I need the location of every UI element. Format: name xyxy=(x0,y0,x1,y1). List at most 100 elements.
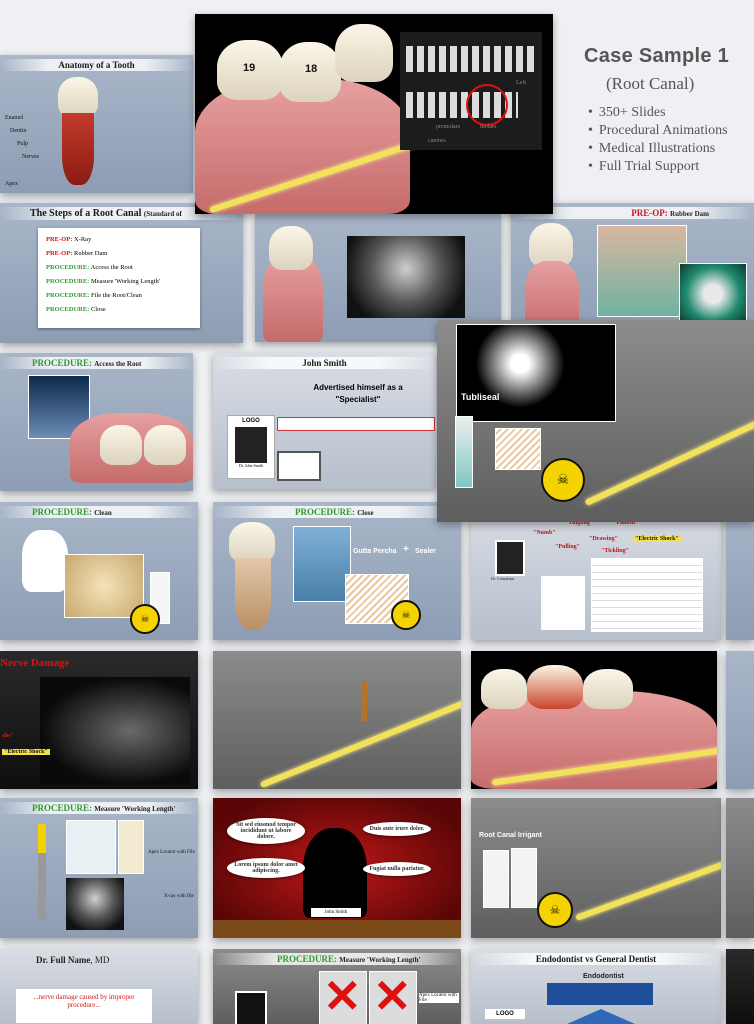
nerve-line xyxy=(584,420,754,506)
clamp-photo xyxy=(679,263,747,325)
step-item: PRE-OP: Rubber Dam xyxy=(46,250,108,257)
slide-tubliseal[interactable]: Tubliseal ☠ xyxy=(437,320,754,522)
tooth-number-19: 19 xyxy=(243,62,256,74)
x-mark-icon: ✕ xyxy=(373,970,412,1022)
feature-item: 350+ Slides xyxy=(588,104,728,122)
slide-edge-partial[interactable] xyxy=(726,798,754,938)
micro-image xyxy=(456,324,616,422)
avatar xyxy=(235,991,267,1024)
slide-john-smith[interactable]: John Smith Advertised himself as a "Spec… xyxy=(213,353,436,489)
slide-tooth-file[interactable] xyxy=(471,651,717,789)
word-electric-shock: "Electric Shock" xyxy=(633,536,681,542)
step-item: PROCEDURE: Close xyxy=(46,306,106,313)
slide-steps[interactable]: The Steps of a Root Canal (Standard of P… xyxy=(0,203,243,343)
steps-list: PRE-OP: X-Ray PRE-OP: Rubber Dam PROCEDU… xyxy=(38,228,200,328)
label-enamel: Enamel xyxy=(5,115,24,121)
nameplate: John Smith xyxy=(311,908,361,917)
slide-edge-partial[interactable] xyxy=(726,502,754,640)
slide-title: Anatomy of a Tooth xyxy=(0,59,193,71)
logo-text: LOGO xyxy=(242,418,260,424)
sealer-label: Sealer xyxy=(415,548,437,555)
chart-label-premolars: premolars xyxy=(436,124,460,130)
title-main: The Steps of a Root Canal xyxy=(30,208,142,219)
step-item: PRE-OP: X-Ray xyxy=(46,236,92,243)
silhouette xyxy=(303,828,367,918)
tooth-chart: Left molars premolars canines xyxy=(400,32,542,150)
word-electric-shock: "Electric Shock" xyxy=(2,749,50,755)
slide-measure-2[interactable]: PROCEDURE: Measure 'Working Length' ✕ ✕ … xyxy=(213,949,461,1024)
subtitle: Endodontist xyxy=(583,973,624,980)
slide-symptoms[interactable]: "Tingling" "Painful" "Numb" "Drawing" "E… xyxy=(471,502,721,640)
slide-title: PROCEDURE: Close xyxy=(213,506,461,518)
glove-illustration xyxy=(22,530,68,592)
ad-strip xyxy=(277,417,435,431)
x-mark-icon: ✕ xyxy=(323,970,362,1022)
slide-access[interactable]: PROCEDURE: Access the Root xyxy=(0,353,193,491)
plus-label: + xyxy=(403,544,409,555)
tooth-illustration xyxy=(269,226,313,270)
slide-measure[interactable]: PROCEDURE: Measure 'Working Length' Apex… xyxy=(0,798,198,938)
gutta-label: Gutta Percha xyxy=(353,548,397,555)
feature-item: Full Trial Support xyxy=(588,158,728,176)
photo-caption: Dr. John Smith xyxy=(238,463,264,468)
slide-edge-partial[interactable] xyxy=(726,949,754,1024)
chart-label-left: Left xyxy=(516,80,526,86)
tooth-cross-section xyxy=(64,554,144,618)
slide-clean[interactable]: PROCEDURE: Clean ☠ xyxy=(0,502,198,640)
slide-title: PROCEDURE: Access the Root xyxy=(0,357,193,369)
file-illustration xyxy=(293,526,351,602)
xray-image xyxy=(347,236,465,318)
label-nerves: Nerves xyxy=(22,154,39,160)
slide-irrigant[interactable]: Root Canal Irrigant ☠ xyxy=(471,798,721,938)
speech-bubble: Lorem ipsum dolor amet adipiscing. xyxy=(227,858,305,878)
slide-title: PROCEDURE: Clean xyxy=(0,506,198,518)
irrigant-label: Root Canal Irrigant xyxy=(479,832,543,839)
specialist-text: "Specialist" xyxy=(335,395,381,404)
slide-hero[interactable]: 19 18 Left molars premolars canines xyxy=(195,14,553,214)
avatar xyxy=(495,540,525,576)
feature-list: 350+ Slides Procedural Animations Medica… xyxy=(588,104,728,176)
desk xyxy=(213,920,461,938)
skull-icon: ☠ xyxy=(541,458,585,502)
word-ahs: ahs" xyxy=(2,733,15,739)
xray-label: X-ray with file xyxy=(164,894,194,899)
irrigant-bottle xyxy=(511,848,537,908)
word-tickling: "Tickling" xyxy=(601,548,629,554)
slide-close[interactable]: PROCEDURE: Close Gutta Percha + Sealer ☠ xyxy=(213,502,461,640)
logo-box: LOGO Dr. John Smith xyxy=(227,415,275,479)
case-title: Case Sample 1 xyxy=(584,45,730,67)
skull-icon: ☠ xyxy=(130,604,160,634)
photo-caption: Dr. Consultant xyxy=(491,576,515,581)
word-numb: "Numb" xyxy=(533,530,556,536)
tooth-photo xyxy=(118,820,144,874)
slide-endodontist[interactable]: Endodontist vs General Dentist Endodonti… xyxy=(471,949,721,1024)
speech-bubble: Duis aute irure dolor. xyxy=(363,822,431,836)
slide-nerve-closeup[interactable] xyxy=(213,651,461,789)
tooth-root xyxy=(235,558,271,630)
apex-locator-label: Apex Locator with File xyxy=(419,993,459,1003)
speech-bubble: Sit sed eiusmod tempor incididunt ut lab… xyxy=(227,818,305,844)
label-dentin: Dentin xyxy=(10,128,27,134)
step-item: PROCEDURE: Measure 'Working Length' xyxy=(46,278,160,285)
word-pulling: "Pulling" xyxy=(555,544,581,550)
slide-nerve-damage[interactable]: Nerve Damage ahs" "Electric Shock" xyxy=(0,651,198,789)
tooth-17 xyxy=(335,24,393,82)
slide-full-name[interactable]: Dr. Full Name, MD ...nerve damage caused… xyxy=(0,949,198,1024)
file-tip xyxy=(361,681,367,721)
slide-anatomy[interactable]: Anatomy of a Tooth Enamel Dentin Pulp Ne… xyxy=(0,55,193,193)
slide-speech-bubbles[interactable]: Sit sed eiusmod tempor incididunt ut lab… xyxy=(213,798,461,938)
tooth-illustration xyxy=(527,665,583,709)
slide-edge-partial[interactable] xyxy=(726,651,754,789)
nerve-line xyxy=(575,857,721,921)
logo-text: LOGO xyxy=(485,1009,525,1019)
tooth-illustration xyxy=(100,425,142,465)
apex-locator-label: Apex Locator with File xyxy=(148,850,195,855)
document-page xyxy=(541,576,585,630)
sealer-tube xyxy=(455,416,473,488)
skull-icon: ☠ xyxy=(391,600,421,630)
chart-label-canines: canines xyxy=(428,138,446,144)
avatar xyxy=(235,427,267,463)
title-suffix: (Standard of xyxy=(143,210,182,218)
case-subtitle: (Root Canal) xyxy=(606,74,695,93)
file-instrument xyxy=(38,824,46,920)
